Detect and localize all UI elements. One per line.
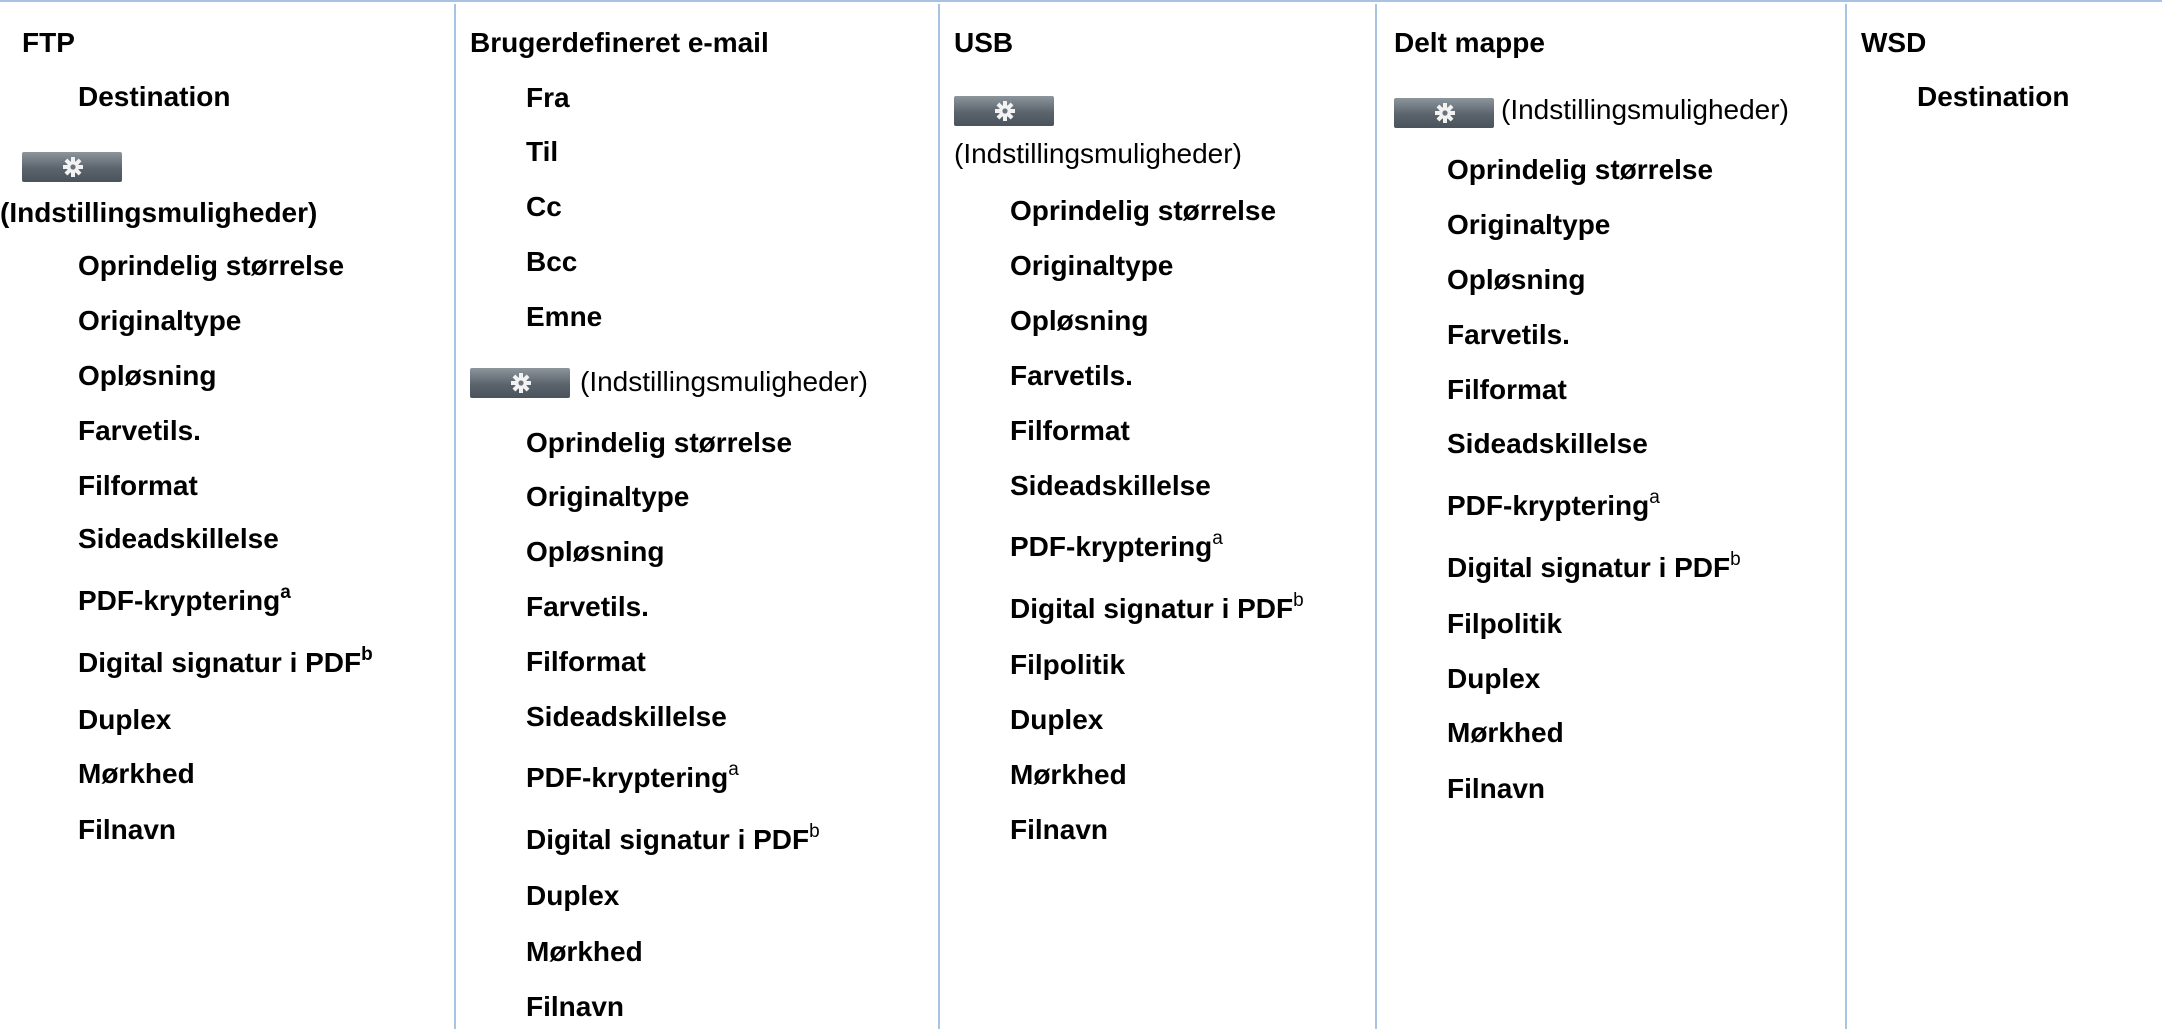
footnote-marker: b [809,821,820,842]
option-item: Oprindelig størrelse [78,250,345,281]
option-item: Mørkhed [1447,717,1564,748]
option-item: Originaltype [78,305,242,336]
options-label: (Indstillingsmuligheder) [0,197,318,228]
column-header: FTP [22,27,75,58]
column-shared-folder: Delt mappe (Indstillingsmuligheder) Opri… [1375,4,1845,1029]
option-item: PDF-krypteringa [526,759,739,794]
option-item: Mørkhed [78,758,195,789]
footnote-marker: a [1212,528,1223,549]
column-header: Brugerdefineret e-mail [470,27,769,58]
option-item: Filformat [526,646,646,677]
settings-button [470,368,570,398]
menu-item: Emne [526,301,603,332]
column-custom-email: Brugerdefineret e-mail Fra Til Cc Bcc Em… [454,4,938,1029]
footnote-marker: b [1293,590,1304,611]
column-header: Delt mappe [1394,27,1545,58]
footnote-marker: b [1730,549,1741,570]
option-item: Farvetils. [526,591,649,622]
option-item: Filnavn [1010,814,1109,845]
option-item: Digital signatur i PDFb [78,644,373,679]
option-item: Digital signatur i PDFb [1447,549,1741,584]
column-header: USB [954,27,1014,58]
option-label: PDF-kryptering [1447,490,1650,521]
option-item: Duplex [526,880,620,911]
option-item: Digital signatur i PDFb [526,821,820,856]
option-label: PDF-kryptering [78,585,281,616]
menu-item: Fra [526,82,570,113]
option-item: Oprindelig størrelse [526,427,793,458]
option-item: Duplex [78,704,172,735]
option-item: Sideadskillelse [1010,470,1211,501]
option-item: Filpolitik [1010,649,1126,680]
option-label: Digital signatur i PDF [1010,593,1294,624]
option-item: Filformat [1010,415,1130,446]
footnote-marker: a [728,759,739,780]
column-usb: USB (Indstillingsmuligheder) Oprindelig … [938,4,1375,1029]
option-item: Filnavn [1447,773,1546,804]
option-item: Originaltype [526,481,690,512]
option-item: Duplex [1447,663,1541,694]
option-item: PDF-krypteringa [1010,528,1223,563]
option-label: PDF-kryptering [526,762,729,793]
column-wsd: WSD Destination [1845,4,2162,1029]
settings-button [954,96,1054,126]
footnote-marker: b [361,644,373,665]
gear-icon [995,101,1015,121]
option-item: PDF-krypteringa [78,582,291,617]
menu-item: Destination [1917,81,2070,112]
column-header: WSD [1861,27,1927,58]
option-item: Duplex [1010,704,1104,735]
option-item: Opløsning [78,360,217,391]
menu-item: Destination [78,81,231,112]
option-item: Originaltype [1447,209,1611,240]
menu-item: Bcc [526,246,578,277]
scan-destination-table: FTP Destination (Indstillingsmuligheder)… [0,0,2162,1029]
option-item: Filpolitik [1447,608,1563,639]
option-item: Mørkhed [526,936,643,967]
option-item: Sideadskillelse [78,523,279,554]
option-item: Opløsning [1447,264,1586,295]
option-item: Oprindelig størrelse [1447,154,1714,185]
option-label: PDF-kryptering [1010,531,1213,562]
options-label: (Indstillingsmuligheder) [954,138,1242,169]
gear-icon [63,157,83,177]
menu-item: Cc [526,191,562,222]
column-ftp: FTP Destination (Indstillingsmuligheder)… [0,4,454,1029]
menu-item: Til [526,136,559,167]
option-item: Opløsning [526,536,665,567]
options-label: (Indstillingsmuligheder) [580,366,868,397]
option-item: Sideadskillelse [526,701,727,732]
settings-button [1394,98,1494,128]
option-item: Oprindelig størrelse [1010,195,1277,226]
gear-icon [1435,103,1455,123]
settings-button [22,152,122,182]
option-item: Farvetils. [1010,360,1133,391]
option-item: Sideadskillelse [1447,428,1648,459]
option-label: Digital signatur i PDF [1447,552,1731,583]
gear-icon [511,373,531,393]
option-item: Filnavn [78,814,177,845]
footnote-marker: a [280,582,291,603]
option-item: Digital signatur i PDFb [1010,590,1304,625]
option-item: Farvetils. [78,415,201,446]
option-item: Filformat [78,470,198,501]
option-item: Filnavn [526,991,625,1022]
option-item: Originaltype [1010,250,1174,281]
options-label: (Indstillingsmuligheder) [1501,94,1789,125]
option-item: Opløsning [1010,305,1149,336]
option-label: Digital signatur i PDF [78,647,362,678]
option-label: Digital signatur i PDF [526,824,810,855]
option-item: Filformat [1447,374,1567,405]
footnote-marker: a [1649,487,1660,508]
option-item: Farvetils. [1447,319,1570,350]
option-item: PDF-krypteringa [1447,487,1660,522]
option-item: Mørkhed [1010,759,1127,790]
